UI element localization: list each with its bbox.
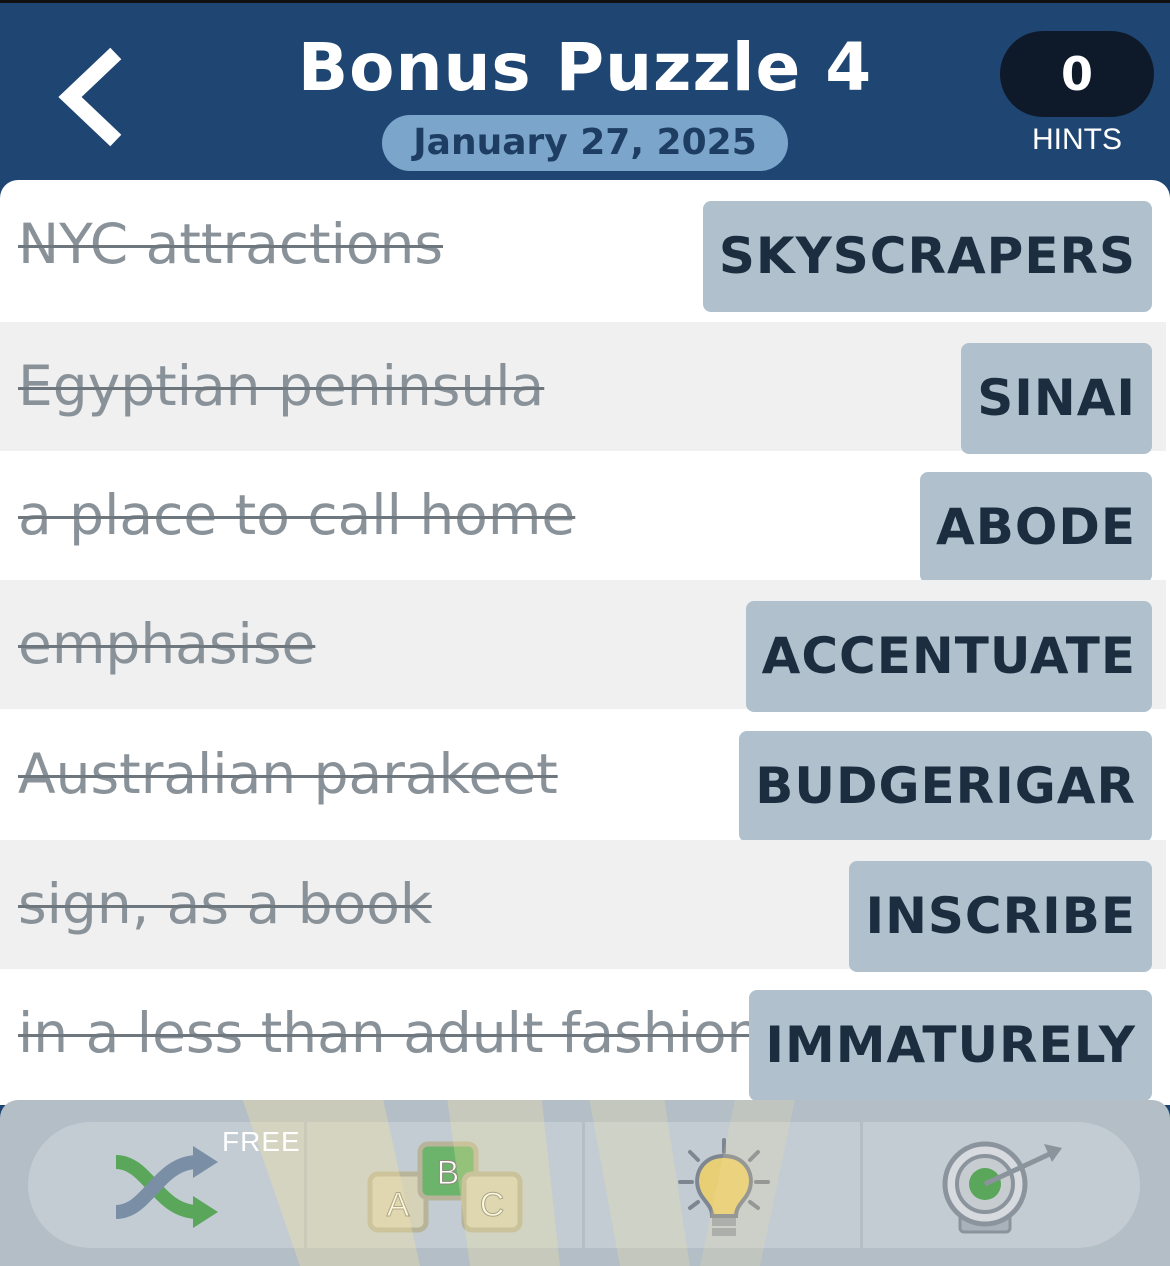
target-icon — [942, 1141, 1062, 1234]
solve-button[interactable] — [864, 1122, 1140, 1248]
date-badge: January 27, 2025 — [382, 115, 788, 171]
clue-row[interactable]: in a less than adult fashion IMMATURELY — [0, 969, 1166, 1101]
answer-tile: INSCRIBE — [849, 861, 1152, 972]
hints-counter[interactable]: 0 — [1000, 31, 1154, 117]
toolbar-divider — [304, 1122, 307, 1248]
block-letter-c: C — [480, 1186, 505, 1224]
answer-tile: SINAI — [961, 343, 1152, 454]
hint-button[interactable] — [586, 1122, 862, 1248]
clue-text: Australian parakeet — [18, 742, 558, 806]
answer-tile: SKYSCRAPERS — [702, 201, 1152, 312]
letter-blocks-icon: A B C — [367, 1141, 523, 1233]
page-title: Bonus Puzzle 4 — [297, 29, 873, 106]
block-letter-b: B — [437, 1154, 460, 1192]
clue-text: NYC attractions — [18, 212, 444, 276]
answer-tile: BUDGERIGAR — [739, 731, 1152, 842]
clue-list: NYC attractions SKYSCRAPERS Egyptian pen… — [0, 180, 1170, 1105]
clue-row[interactable]: Egyptian peninsula SINAI — [0, 322, 1166, 454]
clue-row[interactable]: a place to call home ABODE — [0, 451, 1166, 583]
hints-label: HINTS — [1032, 123, 1122, 156]
reveal-letter-button[interactable]: A B C — [308, 1122, 584, 1248]
toolbar: A B C — [0, 1100, 1170, 1266]
answer-tile: ABODE — [920, 472, 1152, 583]
header: Bonus Puzzle 4 January 27, 2025 0 HINTS — [0, 0, 1170, 190]
clue-text: a place to call home — [18, 483, 576, 547]
free-badge: FREE — [222, 1126, 301, 1157]
clue-text: emphasise — [18, 612, 316, 676]
clue-text: sign, as a book — [18, 872, 432, 936]
clue-row[interactable]: NYC attractions SKYSCRAPERS — [0, 180, 1166, 312]
clue-text: in a less than adult fashion — [18, 1001, 762, 1065]
lightbulb-icon — [678, 1138, 770, 1236]
block-letter-a: A — [387, 1186, 410, 1224]
clue-row[interactable]: Australian parakeet BUDGERIGAR — [0, 710, 1166, 842]
clue-row[interactable]: emphasise ACCENTUATE — [0, 580, 1166, 712]
clue-row[interactable]: sign, as a book INSCRIBE — [0, 840, 1166, 972]
answer-tile: ACCENTUATE — [745, 601, 1152, 712]
answer-tile: IMMATURELY — [749, 990, 1152, 1101]
clue-text: Egyptian peninsula — [18, 354, 545, 418]
